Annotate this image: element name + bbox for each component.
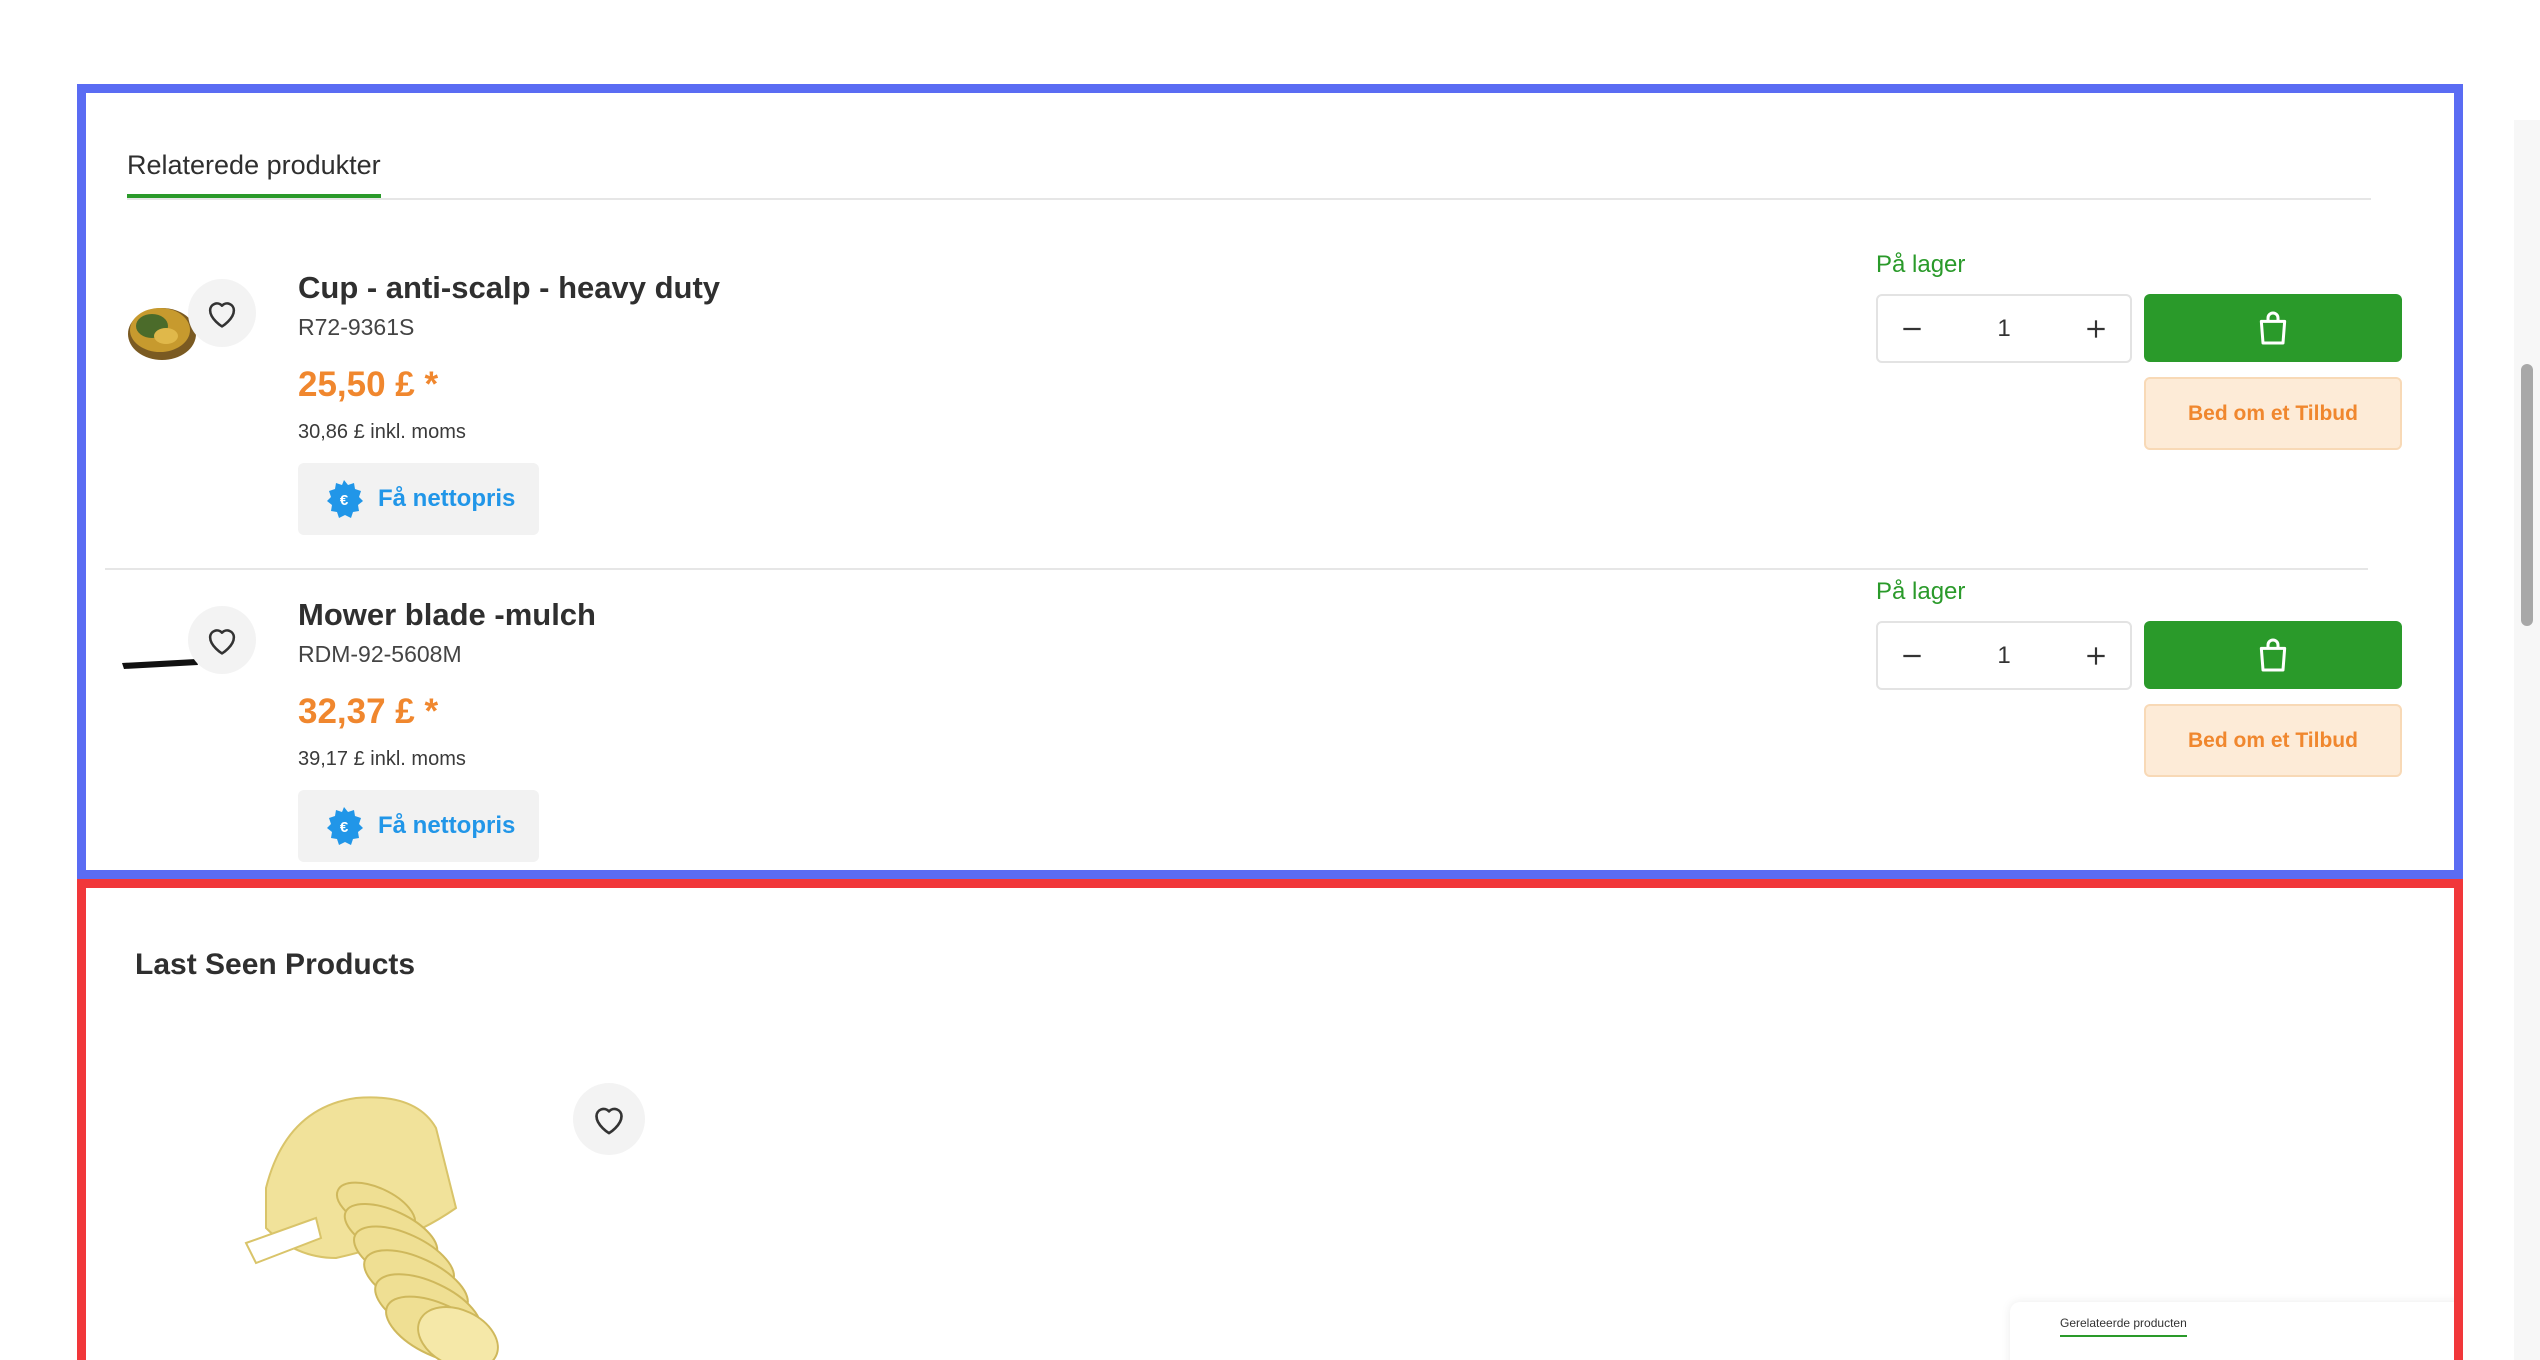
product-row: Cup - anti-scalp - heavy duty R72-9361S … (105, 243, 2402, 570)
tab-related-products-preview[interactable]: Gerelateerde producten (2060, 1316, 2187, 1337)
minus-icon (1903, 654, 1921, 657)
product-title[interactable]: Cup - anti-scalp - heavy duty (298, 270, 720, 306)
increase-quantity-button[interactable] (2062, 623, 2130, 688)
stock-status: På lager (1876, 251, 1966, 278)
favorite-button[interactable] (188, 279, 256, 347)
product-image[interactable] (226, 1068, 626, 1360)
plus-icon (2087, 646, 2105, 665)
section-title: Last Seen Products (135, 948, 416, 981)
shopping-bag-icon (2259, 311, 2287, 345)
shopping-bag-icon (2259, 638, 2287, 672)
quantity-input[interactable]: 1 (1946, 642, 2062, 670)
favorite-button[interactable] (188, 606, 256, 674)
euro-badge-icon: € (327, 807, 363, 845)
heart-outline-icon (208, 629, 236, 655)
stock-status: På lager (1876, 578, 1966, 605)
add-to-cart-button[interactable] (2144, 621, 2402, 689)
increase-quantity-button[interactable] (2062, 296, 2130, 361)
product-price-incl-vat: 39,17 £ inkl. moms (298, 748, 466, 770)
product-price-incl-vat: 30,86 £ inkl. moms (298, 421, 466, 443)
quantity-input[interactable]: 1 (1946, 315, 2062, 343)
heart-outline-icon (595, 1107, 623, 1135)
tab-related-products[interactable]: Relaterede produkter (127, 145, 381, 198)
net-price-button[interactable]: € Få nettopris (298, 463, 539, 535)
heart-outline-icon (208, 302, 236, 328)
product-price: 32,37 £ * (298, 692, 439, 731)
add-to-cart-button[interactable] (2144, 294, 2402, 362)
euro-badge-icon: € (327, 480, 363, 518)
net-price-label: Få nettopris (378, 812, 516, 839)
tab-bar: Relaterede produkter (127, 93, 2371, 200)
quantity-stepper: 1 (1876, 294, 2132, 363)
net-price-label: Få nettopris (378, 485, 516, 512)
svg-text:€: € (340, 492, 349, 509)
plus-icon (2087, 319, 2105, 338)
request-offer-button[interactable]: Bed om et Tilbud (2144, 704, 2402, 777)
favorite-button[interactable] (573, 1083, 645, 1155)
product-sku: R72-9361S (298, 314, 415, 340)
related-products-section: Relaterede produkter Cup - anti-scalp - … (77, 84, 2463, 879)
product-sku: RDM-92-5608M (298, 641, 462, 667)
scrollbar-thumb[interactable] (2521, 364, 2533, 626)
minus-icon (1903, 327, 1921, 330)
net-price-button[interactable]: € Få nettopris (298, 790, 539, 862)
product-price: 25,50 £ * (298, 365, 439, 404)
request-offer-button[interactable]: Bed om et Tilbud (2144, 377, 2402, 450)
scrollbar-track[interactable] (2514, 120, 2540, 1360)
last-seen-products-section: Last Seen Products Gerelateerde producte… (77, 879, 2463, 1360)
product-title[interactable]: Mower blade -mulch (298, 597, 596, 633)
product-row: Mower blade -mulch RDM-92-5608M 32,37 £ … (105, 570, 2402, 870)
decrease-quantity-button[interactable] (1878, 623, 1946, 688)
floating-preview-panel: Gerelateerde producten (2010, 1302, 2454, 1360)
svg-text:€: € (340, 819, 349, 836)
decrease-quantity-button[interactable] (1878, 296, 1946, 361)
quantity-stepper: 1 (1876, 621, 2132, 690)
